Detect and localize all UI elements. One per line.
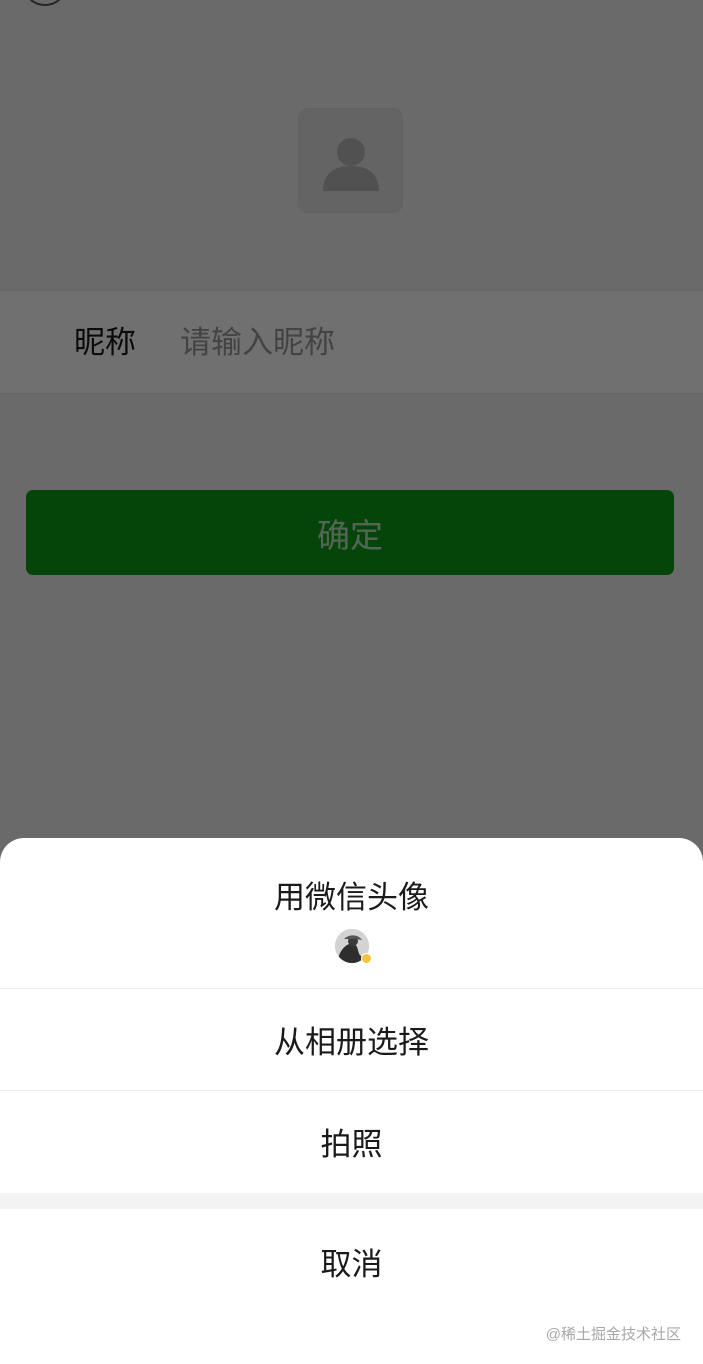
- use-wechat-avatar-label: 用微信头像: [274, 879, 429, 916]
- cancel-label: 取消: [320, 1246, 383, 1283]
- watermark: @稀土掘金技术社区: [545, 1326, 681, 1343]
- sheet-separator: [0, 1193, 703, 1209]
- take-photo-label: 拍照: [320, 1127, 383, 1163]
- avatar-badge-icon: [360, 952, 372, 964]
- wechat-avatar-thumbnail: [334, 928, 372, 964]
- take-photo-option[interactable]: 拍照: [0, 1091, 703, 1192]
- action-sheet: 用微信头像 从相册选择 拍照 取消 @稀土掘金技术社区: [0, 838, 703, 1364]
- choose-from-album-option[interactable]: 从相册选择: [0, 989, 703, 1090]
- use-wechat-avatar-option[interactable]: 用微信头像: [0, 838, 703, 988]
- choose-from-album-label: 从相册选择: [274, 1025, 429, 1061]
- cancel-option[interactable]: 取消: [0, 1209, 703, 1313]
